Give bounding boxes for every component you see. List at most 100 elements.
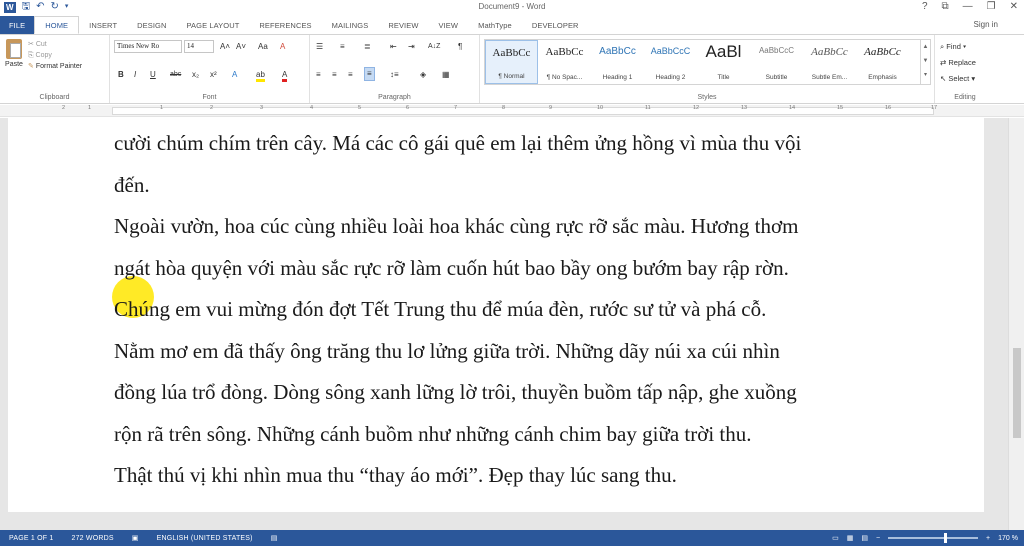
chevron-up-icon[interactable]: ▲	[921, 40, 930, 54]
zoom-out-icon[interactable]: −	[876, 535, 880, 542]
proofing-icon[interactable]: ▣	[123, 534, 148, 542]
word-count[interactable]: 272 WORDS	[62, 535, 122, 542]
shrink-font-button[interactable]: A˅	[236, 41, 246, 53]
style-sample: AaBbCc	[811, 46, 848, 58]
styles-group-label: Styles	[697, 94, 717, 101]
clear-formatting-button[interactable]: A	[280, 41, 285, 53]
paste-button[interactable]: Paste	[2, 39, 26, 68]
bold-button[interactable]: B	[118, 69, 124, 81]
font-color-button[interactable]: A	[282, 69, 288, 82]
increase-indent-button[interactable]: ⇥	[408, 41, 415, 53]
title-bar: W 🖫 ↶ ↻ ▾ Document9 - Word ? ⧉ — ❐ ✕	[0, 0, 1024, 14]
borders-icon[interactable]: ▦	[442, 69, 450, 81]
align-right-icon[interactable]: ≡	[348, 69, 353, 81]
tab-view[interactable]: VIEW	[429, 16, 469, 34]
find-button[interactable]: ⌕ Find ▾	[940, 39, 976, 55]
restore-icon[interactable]: ❐	[987, 0, 996, 14]
tab-review[interactable]: REVIEW	[378, 16, 428, 34]
tab-references[interactable]: REFERENCES	[249, 16, 321, 34]
ruler-number: 12	[693, 105, 700, 111]
style-name: Subtle Em...	[811, 74, 848, 81]
tab-home[interactable]: HOME	[34, 16, 80, 34]
select-button[interactable]: ↖ Select ▾	[940, 71, 976, 87]
tab-page-layout[interactable]: PAGE LAYOUT	[176, 16, 249, 34]
ruler-number: 13	[741, 105, 748, 111]
ribbon-display-icon[interactable]: ⧉	[942, 0, 949, 14]
style-name: Heading 2	[655, 74, 686, 81]
paragraph-group: ☰ ≡ ≣ ⇤ ⇥ A↓Z ¶ ≡ ≡ ≡ ≡ ↕≡ ◈ ▦ Paragraph	[310, 35, 480, 103]
text-effects-button[interactable]: A	[232, 69, 237, 81]
ruler-number: 4	[310, 105, 314, 111]
tab-insert[interactable]: INSERT	[79, 16, 127, 34]
style-no-spacing[interactable]: AaBbCc ¶ No Spac...	[538, 40, 591, 84]
zoom-level[interactable]: 170 %	[998, 535, 1018, 542]
font-name-select[interactable]: Times New Ro	[114, 40, 182, 53]
format-painter-button[interactable]: ✎ Format Painter	[28, 61, 82, 72]
zoom-slider-thumb[interactable]	[944, 533, 948, 543]
show-formatting-button[interactable]: ¶	[458, 41, 462, 53]
brush-icon: ✎	[28, 63, 36, 70]
style-heading-2[interactable]: AaBbCcC Heading 2	[644, 40, 697, 84]
ruler-number: 5	[358, 105, 362, 111]
align-center-icon[interactable]: ≡	[332, 69, 337, 81]
decrease-indent-button[interactable]: ⇤	[390, 41, 397, 53]
underline-button[interactable]: U	[150, 69, 156, 81]
page-count[interactable]: PAGE 1 OF 1	[0, 535, 62, 542]
scrollbar-thumb[interactable]	[1013, 348, 1021, 438]
style-emphasis[interactable]: AaBbCc Emphasis	[856, 40, 909, 84]
print-layout-icon[interactable]: ▦	[847, 534, 854, 542]
superscript-button[interactable]: x²	[210, 69, 217, 81]
grow-font-button[interactable]: A˄	[220, 41, 230, 53]
style-subtitle[interactable]: AaBbCcC Subtitle	[750, 40, 803, 84]
document-body[interactable]: cười chúm chím trên cây. Má các cô gái q…	[114, 123, 914, 497]
shading-icon[interactable]: ◈	[420, 69, 426, 81]
sign-in-link[interactable]: Sign in	[974, 20, 998, 29]
more-icon[interactable]: ▾	[921, 68, 930, 82]
bullets-button[interactable]: ☰	[316, 41, 323, 53]
multilevel-list-button[interactable]: ≣	[364, 41, 371, 53]
style-name: ¶ No Spac...	[546, 74, 583, 81]
change-case-button[interactable]: Aa	[258, 41, 268, 53]
strikethrough-button[interactable]: abc	[170, 69, 181, 81]
font-size-select[interactable]: 14	[184, 40, 214, 53]
align-left-icon[interactable]: ≡	[316, 69, 321, 81]
help-icon[interactable]: ?	[922, 0, 928, 14]
vertical-scrollbar[interactable]	[1008, 118, 1024, 530]
close-icon[interactable]: ✕	[1010, 0, 1018, 14]
justify-icon[interactable]: ≡	[364, 67, 375, 81]
tab-file[interactable]: FILE	[0, 16, 35, 34]
document-page[interactable]: cười chúm chím trên cây. Má các cô gái q…	[8, 118, 984, 512]
text-line: đến.	[114, 172, 150, 197]
zoom-slider[interactable]	[888, 533, 979, 543]
ruler-number: 7	[454, 105, 458, 111]
cut-button[interactable]: ✂ Cut	[28, 39, 82, 50]
style-title[interactable]: AaBl Title	[697, 40, 750, 84]
chevron-down-icon[interactable]: ▼	[921, 54, 930, 68]
text-line: Chúng em vui mừng đón đợt Tết Trung thu …	[114, 297, 767, 321]
replace-label: Replace	[948, 58, 976, 67]
web-layout-icon[interactable]: ▤	[861, 534, 868, 542]
minimize-icon[interactable]: —	[963, 0, 973, 14]
style-subtle-emphasis[interactable]: AaBbCc Subtle Em...	[803, 40, 856, 84]
line-spacing-icon[interactable]: ↕≡	[390, 69, 399, 81]
zoom-in-icon[interactable]: +	[986, 535, 990, 542]
highlight-button[interactable]: ab	[256, 69, 265, 82]
styles-scroll[interactable]: ▲ ▼ ▾	[920, 40, 930, 84]
horizontal-ruler[interactable]: 2 1 1 2 3 4 5 6 7 8 9 10 11 12 13 14 15 …	[0, 105, 1024, 117]
tab-developer[interactable]: DEVELOPER	[522, 16, 589, 34]
tab-mathtype[interactable]: MathType	[468, 16, 522, 34]
numbering-button[interactable]: ≡	[340, 41, 345, 53]
tab-design[interactable]: DESIGN	[127, 16, 176, 34]
sort-button[interactable]: A↓Z	[428, 41, 440, 53]
language-indicator[interactable]: ENGLISH (UNITED STATES)	[148, 535, 262, 542]
style-heading-1[interactable]: AaBbCc Heading 1	[591, 40, 644, 84]
copy-button[interactable]: ⎘ Copy	[28, 50, 82, 61]
ruler-number: 9	[549, 105, 553, 111]
read-mode-icon[interactable]: ▭	[832, 534, 839, 542]
replace-button[interactable]: ⇄ Replace	[940, 55, 976, 71]
macro-icon[interactable]: ▤	[262, 534, 287, 542]
subscript-button[interactable]: x₂	[192, 69, 199, 81]
italic-button[interactable]: I	[134, 69, 136, 81]
tab-mailings[interactable]: MAILINGS	[322, 16, 379, 34]
style-normal[interactable]: AaBbCc ¶ Normal	[485, 40, 538, 84]
